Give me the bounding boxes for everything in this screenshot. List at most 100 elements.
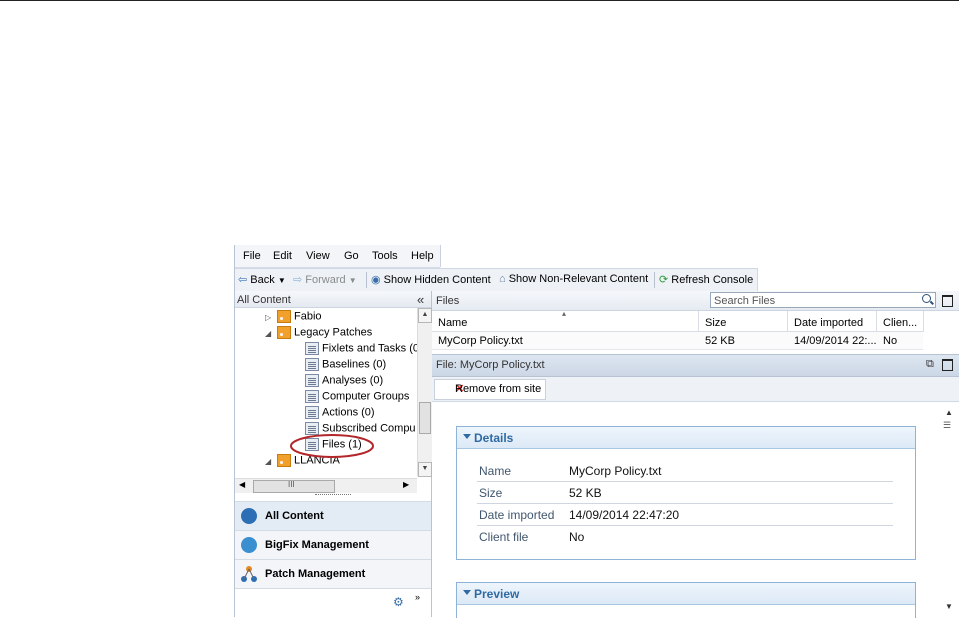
tree-horizontal-scrollbar[interactable]: ◀ III ▶ (235, 478, 417, 493)
collapse-pane-icon[interactable]: « (417, 292, 424, 307)
file-detail-toolbar: ✕ Remove from site (432, 377, 959, 402)
tree-item-baselines[interactable]: Baselines (0) (305, 358, 386, 374)
menu-go[interactable]: Go (344, 250, 359, 262)
column-header-client[interactable]: Clien... (877, 311, 924, 332)
toolbar: ⇦ Back ▼ ⇨ Forward ▼ ◉ Show Hidden Conte… (235, 268, 758, 292)
nav-bigfix-management-label: BigFix Management (265, 539, 369, 551)
analyses-icon (305, 374, 319, 387)
nav-all-content[interactable]: All Content (235, 501, 431, 530)
details-section: Details Name MyCorp Policy.txt Size 52 K… (456, 426, 916, 560)
tree-item-legacy-patches[interactable]: ◢ Legacy Patches (265, 326, 372, 342)
scroll-up-icon[interactable]: ▲ (945, 408, 953, 417)
hscroll-thumb[interactable]: III (253, 480, 335, 493)
tree-item-computer-groups[interactable]: Computer Groups (305, 390, 409, 406)
collapse-triangle-icon[interactable] (463, 590, 471, 595)
menu-bar-filler (440, 245, 959, 267)
collapse-arrow-icon[interactable]: ◢ (265, 329, 271, 338)
forward-arrow-icon: ⇨ (293, 274, 303, 286)
bigfix-console-window: File Edit View Go Tools Help ⇦ Back ▼ ⇨ … (234, 245, 959, 618)
detail-vertical-scrollbar[interactable]: ▲ ☰ ▼ (940, 402, 959, 617)
column-header-name[interactable]: Name ▴ (432, 309, 699, 332)
actions-icon (305, 406, 319, 419)
forward-button[interactable]: ⇨ Forward ▼ (293, 273, 357, 286)
scroll-down-icon[interactable]: ▼ (945, 602, 953, 611)
highlight-circle-annotation (290, 434, 374, 458)
menu-file[interactable]: File (243, 250, 261, 262)
tree-item-analyses[interactable]: Analyses (0) (305, 374, 383, 390)
maximize-icon[interactable] (942, 295, 953, 307)
detail-row-date-imported: Date imported 14/09/2014 22:47:20 (477, 504, 893, 526)
more-buttons-icon[interactable]: » (415, 592, 420, 602)
menu-help[interactable]: Help (411, 250, 434, 262)
scroll-thumb[interactable] (419, 402, 431, 434)
fixlets-icon (305, 342, 319, 355)
back-button[interactable]: ⇦ Back ▼ (238, 273, 286, 286)
maximize-icon[interactable] (942, 359, 953, 371)
detail-row-size: Size 52 KB (477, 482, 893, 504)
show-non-relevant-button[interactable]: ⌂ Show Non-Relevant Content (499, 273, 648, 285)
column-header-size[interactable]: Size (699, 311, 788, 332)
detail-key: Client file (479, 530, 529, 544)
expand-arrow-icon[interactable]: ▷ (265, 313, 271, 322)
refresh-console-button[interactable]: ⟳ Refresh Console (659, 273, 753, 286)
undock-icon[interactable]: ⧉ (926, 358, 934, 371)
detail-row-name: Name MyCorp Policy.txt (477, 460, 893, 482)
menu-tools[interactable]: Tools (372, 250, 398, 262)
file-detail-header: File: MyCorp Policy.txt ⧉ (432, 354, 959, 377)
scroll-grip-icon[interactable]: ☰ (943, 420, 951, 431)
tree-item-label: Fixlets and Tasks (0 (322, 342, 417, 355)
globe-icon (241, 537, 257, 553)
left-navigation-pane: All Content « ▷ Fabio ◢ Legacy Patches F… (235, 291, 432, 618)
nav-footer: ⚙ » (235, 588, 431, 618)
remove-from-site-label: Remove from site (455, 383, 542, 395)
cell-date: 14/09/2014 22:... (794, 335, 877, 347)
tree-item-label: Fabio (294, 310, 322, 323)
tree-item-actions[interactable]: Actions (0) (305, 406, 375, 422)
tree-vertical-scrollbar[interactable]: ▲ ▼ (417, 308, 432, 477)
rss-site-icon (277, 326, 291, 339)
cell-size: 52 KB (705, 335, 735, 347)
cell-name: MyCorp Policy.txt (438, 335, 523, 347)
detail-row-client-file: Client file No (477, 526, 893, 547)
remove-from-site-button[interactable]: ✕ Remove from site (434, 379, 546, 400)
search-icon[interactable] (922, 294, 931, 303)
preview-section-header[interactable]: Preview (457, 583, 915, 605)
detail-value: 14/09/2014 22:47:20 (569, 508, 680, 522)
column-header-date-imported[interactable]: Date imported (788, 311, 877, 332)
splitter-grip[interactable] (315, 494, 351, 497)
all-content-header: All Content « (235, 291, 431, 308)
bigfix-logo-icon (241, 508, 257, 524)
forward-dropdown-icon: ▼ (348, 276, 357, 285)
menu-edit[interactable]: Edit (273, 250, 292, 262)
collapse-triangle-icon[interactable] (463, 434, 471, 439)
tree-item-fixlets[interactable]: Fixlets and Tasks (0 (305, 342, 417, 358)
details-section-header[interactable]: Details (457, 427, 915, 449)
show-hidden-content-button[interactable]: ◉ Show Hidden Content (371, 273, 491, 286)
scroll-down-icon[interactable]: ▼ (418, 462, 432, 477)
back-arrow-icon: ⇦ (238, 274, 248, 286)
tree-item-label: Computer Groups (322, 390, 410, 403)
collapse-arrow-icon[interactable]: ◢ (265, 457, 271, 466)
nav-patch-management-label: Patch Management (265, 568, 366, 580)
scroll-right-icon[interactable]: ▶ (403, 480, 409, 489)
show-hidden-label: Show Hidden Content (383, 274, 491, 286)
cell-client: No (883, 335, 898, 347)
search-files-input[interactable]: Search Files (710, 292, 936, 308)
tree-item-label: Baselines (0) (322, 358, 387, 371)
nav-patch-management[interactable]: Patch Management (235, 559, 431, 588)
menu-view[interactable]: View (306, 250, 330, 262)
details-section-title: Details (474, 431, 514, 445)
top-border-line (0, 0, 959, 1)
nav-bigfix-management[interactable]: BigFix Management (235, 530, 431, 559)
tree-item-fabio[interactable]: ▷ Fabio (265, 310, 322, 326)
scroll-left-icon[interactable]: ◀ (239, 480, 245, 489)
network-icon (241, 566, 257, 582)
toolbar-separator (654, 272, 655, 288)
detail-key: Date imported (479, 508, 555, 522)
scroll-up-icon[interactable]: ▲ (418, 308, 432, 323)
files-pane-title: Files (436, 295, 460, 307)
hscroll-grip: III (288, 480, 295, 489)
table-row[interactable]: MyCorp Policy.txt 52 KB 14/09/2014 22:..… (432, 332, 923, 350)
forward-label: Forward (305, 274, 346, 286)
configure-buttons-icon[interactable]: ⚙ (393, 595, 404, 609)
